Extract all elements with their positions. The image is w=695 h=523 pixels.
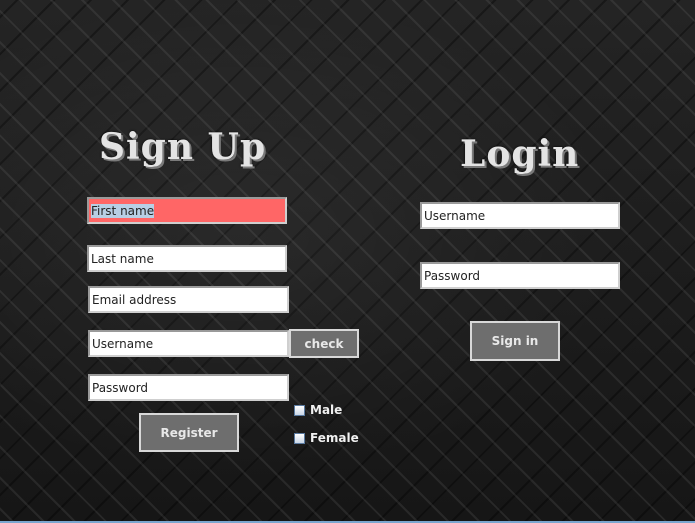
last-name-value: Last name bbox=[91, 251, 154, 266]
login-password-value: Password bbox=[424, 268, 481, 283]
signup-password-field[interactable]: Password bbox=[88, 374, 289, 401]
email-field[interactable]: Email address bbox=[88, 286, 289, 313]
signup-password-value: Password bbox=[92, 380, 149, 395]
signup-username-value: Username bbox=[92, 336, 154, 351]
first-name-value: First name bbox=[91, 203, 155, 218]
last-name-field[interactable]: Last name bbox=[87, 245, 287, 272]
login-username-field[interactable]: Username bbox=[420, 202, 620, 229]
register-button[interactable]: Register bbox=[139, 413, 239, 452]
female-label: Female bbox=[310, 431, 359, 445]
male-checkbox[interactable]: Male bbox=[294, 403, 342, 417]
male-checkbox-box[interactable] bbox=[294, 404, 305, 416]
login-title: Login bbox=[460, 133, 580, 175]
email-value: Email address bbox=[92, 292, 177, 307]
check-button[interactable]: check bbox=[289, 329, 359, 358]
male-label: Male bbox=[310, 403, 343, 417]
first-name-field[interactable]: First name bbox=[87, 197, 287, 224]
signup-username-field[interactable]: Username bbox=[88, 330, 289, 357]
female-checkbox[interactable]: Female bbox=[294, 431, 359, 445]
login-password-field[interactable]: Password bbox=[420, 262, 620, 289]
login-username-value: Username bbox=[424, 208, 486, 223]
sign-in-button[interactable]: Sign in bbox=[470, 321, 560, 361]
female-checkbox-box[interactable] bbox=[294, 432, 305, 444]
signup-title: Sign Up bbox=[99, 126, 267, 168]
